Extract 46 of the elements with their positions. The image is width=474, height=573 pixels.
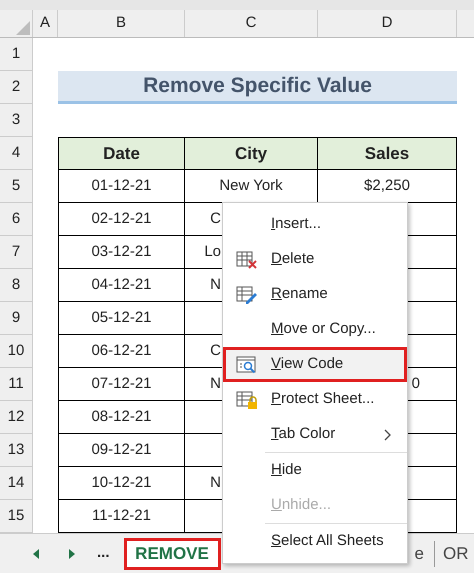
table-cell: 07-12-21 — [58, 368, 185, 401]
row-header[interactable]: 7 — [0, 236, 33, 269]
table-header-cell: City — [185, 137, 318, 170]
row-header[interactable]: 11 — [0, 368, 33, 401]
row-header[interactable]: 14 — [0, 467, 33, 500]
table-cell: 08-12-21 — [58, 401, 185, 434]
row-header[interactable]: 10 — [0, 335, 33, 368]
table-cell: 09-12-21 — [58, 434, 185, 467]
table-cell: 03-12-21 — [58, 236, 185, 269]
delete-sheet-icon — [236, 250, 258, 270]
table-header-cell: Sales — [318, 137, 457, 170]
table-cell: 01-12-21 — [58, 170, 185, 203]
row-header[interactable]: 13 — [0, 434, 33, 467]
row-header[interactable]: 9 — [0, 302, 33, 335]
table-cell: 06-12-21 — [58, 335, 185, 368]
column-header[interactable]: B — [58, 10, 185, 37]
table-header-cell: Date — [58, 137, 185, 170]
scroll-left-icon[interactable] — [33, 548, 39, 558]
row-header[interactable]: 6 — [0, 203, 33, 236]
table-cell: 05-12-21 — [58, 302, 185, 335]
protect-sheet-icon — [236, 390, 258, 410]
row-header[interactable]: 5 — [0, 170, 33, 203]
view-code-icon — [236, 354, 258, 374]
more-sheets-button[interactable]: ... — [97, 542, 110, 565]
sheet-tab[interactable]: e — [414, 540, 435, 566]
column-header[interactable]: C — [185, 10, 318, 37]
rename-sheet-icon — [236, 284, 258, 304]
row-header[interactable]: 1 — [0, 38, 33, 71]
row-header[interactable]: 2 — [0, 71, 33, 104]
row-header[interactable]: 12 — [0, 401, 33, 434]
row-header[interactable]: 3 — [0, 104, 33, 137]
row-header[interactable]: 4 — [0, 137, 33, 170]
menu-item[interactable]: Tab Color — [223, 417, 407, 452]
menu-item[interactable]: Select All Sheets — [223, 524, 407, 559]
table-cell: 02-12-21 — [58, 203, 185, 236]
row-header[interactable]: 8 — [0, 269, 33, 302]
column-header[interactable]: D — [318, 10, 457, 37]
sheet-tab[interactable]: OR — [442, 540, 468, 566]
menu-item[interactable]: View Code — [223, 347, 407, 382]
column-header[interactable]: A — [33, 10, 58, 37]
scroll-right-icon[interactable] — [69, 548, 75, 558]
row-header[interactable]: 15 — [0, 500, 33, 533]
table-cell: 10-12-21 — [58, 467, 185, 500]
sheet-title: Remove Specific Value — [143, 73, 372, 100]
table-cell: 04-12-21 — [58, 269, 185, 302]
sheet-tab[interactable]: REMOVE — [124, 538, 221, 570]
